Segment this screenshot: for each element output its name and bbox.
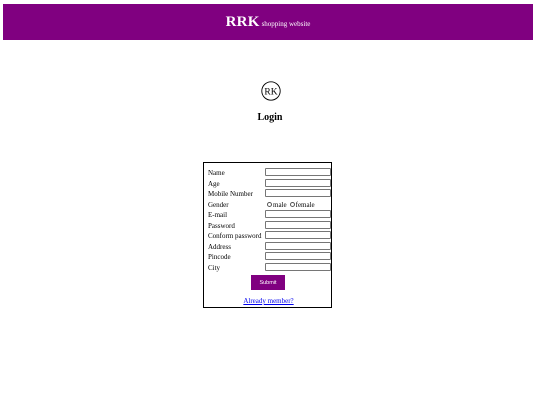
female-radio[interactable] — [289, 202, 295, 207]
site-header: RRK shopping website — [3, 4, 533, 40]
confirm-password-input[interactable] — [265, 231, 331, 239]
mobile-row: Mobile Number — [208, 189, 332, 199]
age-label: Age — [208, 179, 220, 188]
gender-option-male[interactable]: male — [267, 200, 287, 210]
email-label: E-mail — [208, 211, 228, 219]
gender-row: Gender male female — [208, 200, 332, 210]
confirm-password-label: Conform password — [208, 232, 262, 240]
city-row: City — [208, 262, 332, 273]
password-input[interactable] — [265, 220, 331, 229]
mobile-number-label: Mobile Number — [208, 190, 253, 198]
female-label: female — [295, 200, 315, 209]
male-label: male — [273, 200, 287, 209]
male-radio[interactable] — [267, 202, 272, 207]
gender-option-female[interactable]: female — [289, 200, 315, 210]
brand-name[interactable]: RRK — [226, 14, 260, 31]
password-label: Password — [208, 221, 235, 230]
submit-button[interactable]: Submit — [251, 275, 285, 290]
rrk-logo-icon: RK — [261, 81, 281, 101]
city-input[interactable] — [265, 262, 331, 271]
already-member-link[interactable]: Already member? — [204, 297, 333, 305]
email-input[interactable] — [265, 210, 331, 218]
age-input[interactable] — [265, 178, 331, 187]
gender-label: Gender — [208, 200, 229, 209]
page-title: Login — [257, 112, 283, 123]
pincode-row: Pincode — [208, 252, 332, 262]
pincode-input[interactable] — [265, 252, 331, 260]
address-row: Address — [208, 241, 332, 252]
gender-options: male female — [267, 200, 318, 210]
email-row: E-mail — [208, 210, 332, 220]
confirm-password-row: Conform password — [208, 231, 332, 241]
name-row: Name — [208, 168, 332, 178]
mobile-number-input[interactable] — [265, 189, 331, 197]
password-row: Password — [208, 220, 332, 231]
logo-text: RK — [264, 87, 277, 97]
age-row: Age — [208, 178, 332, 189]
city-label: City — [208, 263, 221, 272]
brand-tagline: shopping website — [261, 19, 311, 28]
name-label: Name — [208, 169, 225, 177]
signup-form: Name Age Mobile Number Gender male femal… — [203, 162, 332, 308]
address-input[interactable] — [265, 241, 331, 250]
name-input[interactable] — [265, 168, 331, 176]
pincode-label: Pincode — [208, 253, 231, 261]
address-label: Address — [208, 242, 231, 251]
